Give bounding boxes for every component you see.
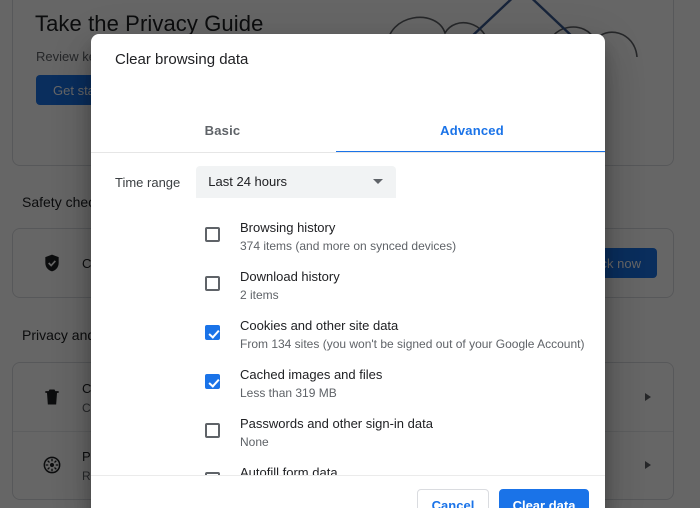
list-item-cookies-and-other-site-data[interactable]: Cookies and other site data From 134 sit… <box>91 313 605 362</box>
tab-advanced[interactable]: Advanced <box>336 113 605 153</box>
cancel-button[interactable]: Cancel <box>417 489 489 508</box>
data-type-list: Browsing history 374 items (and more on … <box>91 215 605 475</box>
time-range-label: Time range <box>115 174 181 190</box>
list-item-cached-images-and-files[interactable]: Cached images and files Less than 319 MB <box>91 362 605 411</box>
chevron-down-icon <box>373 179 384 184</box>
time-range-select[interactable]: Last 24 hours <box>196 166 397 198</box>
checkbox-passwords-and-other-sign-in-data[interactable] <box>205 423 220 438</box>
screen: Take the Privacy Guide Review key privac… <box>0 0 700 508</box>
list-item-browsing-history[interactable]: Browsing history 374 items (and more on … <box>91 215 605 264</box>
list-item-label: Download history <box>240 269 340 284</box>
checkbox-cookies-and-other-site-data[interactable] <box>205 325 220 340</box>
checkbox-browsing-history[interactable] <box>205 227 220 242</box>
list-item-label: Autofill form data <box>240 465 338 475</box>
time-range-row: Time range Last 24 hours <box>115 166 397 198</box>
list-item-sublabel: None <box>240 435 269 449</box>
list-item-sublabel: 374 items (and more on synced devices) <box>240 239 457 253</box>
dialog-footer: Cancel Clear data <box>91 476 605 508</box>
list-item-passwords-and-other-sign-in-data[interactable]: Passwords and other sign-in data None <box>91 411 605 460</box>
list-item-label: Browsing history <box>240 220 336 235</box>
checkbox-cached-images-and-files[interactable] <box>205 374 220 389</box>
list-item-sublabel: 2 items <box>240 288 279 302</box>
list-item-label: Cached images and files <box>240 367 383 382</box>
list-item-label: Passwords and other sign-in data <box>240 416 433 431</box>
clear-data-button[interactable]: Clear data <box>499 489 589 508</box>
list-item-download-history[interactable]: Download history 2 items <box>91 264 605 313</box>
time-range-value: Last 24 hours <box>208 174 288 189</box>
dialog-tabs: Basic Advanced <box>91 113 605 153</box>
list-item-sublabel: Less than 319 MB <box>240 386 337 400</box>
dialog-title: Clear browsing data <box>115 51 249 68</box>
list-item-autofill-form-data[interactable]: Autofill form data <box>91 460 605 475</box>
tab-basic[interactable]: Basic <box>100 113 345 153</box>
clear-browsing-data-dialog: Clear browsing data Basic Advanced Time … <box>91 34 605 508</box>
list-item-sublabel: From 134 sites (you won't be signed out … <box>240 337 585 351</box>
list-item-label: Cookies and other site data <box>240 318 399 333</box>
checkbox-download-history[interactable] <box>205 276 220 291</box>
dialog-scroll-viewport: Time range Last 24 hours Browsing histor… <box>91 153 605 475</box>
